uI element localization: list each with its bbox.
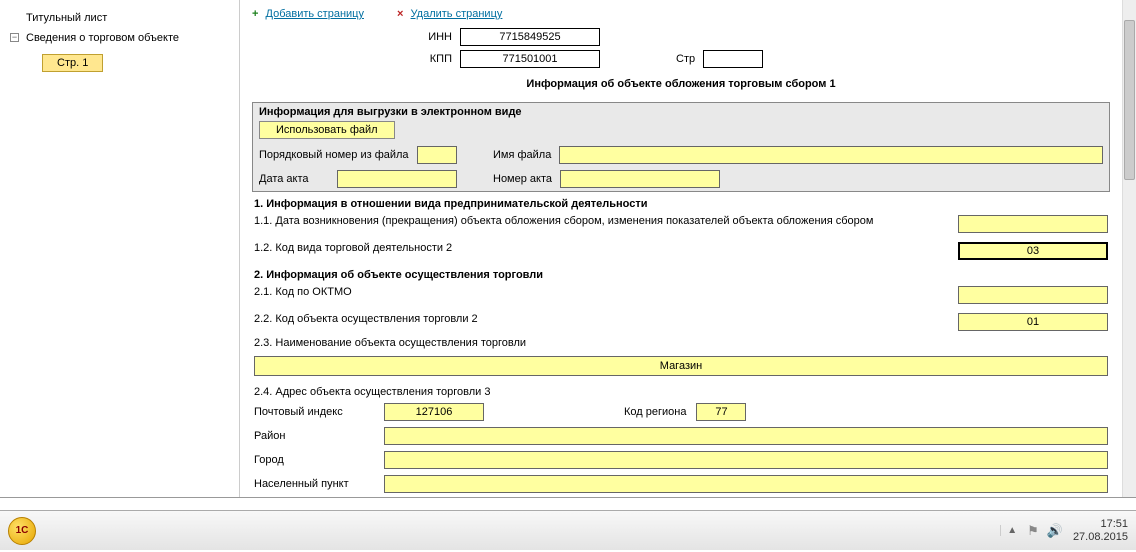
main-panel: + Добавить страницу × Удалить страницу И…: [240, 0, 1136, 497]
row-2-2-field[interactable]: 01: [958, 313, 1108, 331]
nav-page-1[interactable]: Стр. 1: [42, 54, 103, 72]
seq-field[interactable]: [417, 146, 457, 164]
nav-label: Сведения о торговом объекте: [26, 32, 179, 44]
row-2-1-field[interactable]: [958, 286, 1108, 304]
add-page-link[interactable]: + Добавить страницу: [252, 8, 397, 20]
plus-icon: +: [252, 8, 258, 20]
page-actions: + Добавить страницу × Удалить страницу: [252, 6, 1110, 26]
str-field[interactable]: [703, 50, 763, 68]
act-date-label: Дата акта: [259, 173, 329, 185]
postal-field[interactable]: 127106: [384, 403, 484, 421]
tray-expand-icon[interactable]: ▲: [1000, 525, 1017, 536]
kpp-label: КПП: [252, 53, 452, 65]
region-label: Код региона: [624, 406, 686, 418]
city-label: Город: [254, 454, 374, 466]
seq-label: Порядковый номер из файла: [259, 149, 409, 161]
filename-field[interactable]: [559, 146, 1103, 164]
page-title: Информация об объекте обложения торговым…: [252, 70, 1110, 98]
scrollbar-thumb[interactable]: [1124, 20, 1135, 180]
row-1-2-field[interactable]: 03: [958, 242, 1108, 260]
use-file-button[interactable]: Использовать файл: [259, 121, 395, 139]
row-2-1-label: 2.1. Код по ОКТМО: [254, 286, 948, 298]
taskbar: 1С ▲ ⚑ 🔊 17:51 27.08.2015: [0, 510, 1136, 550]
system-tray: ▲ ⚑ 🔊 17:51 27.08.2015: [1000, 518, 1128, 544]
section2-header: 2. Информация об объекте осуществления т…: [252, 263, 1110, 283]
district-field[interactable]: [384, 427, 1108, 445]
district-label: Район: [254, 430, 374, 442]
collapse-icon[interactable]: −: [10, 33, 19, 42]
clock[interactable]: 17:51 27.08.2015: [1073, 518, 1128, 544]
postal-label: Почтовый индекс: [254, 406, 374, 418]
nav-trade-object[interactable]: − Сведения о торговом объекте: [6, 28, 233, 48]
volume-icon[interactable]: 🔊: [1047, 523, 1063, 539]
kpp-field[interactable]: 771501001: [460, 50, 600, 68]
x-icon: ×: [397, 8, 403, 20]
vertical-scrollbar[interactable]: [1122, 0, 1136, 497]
act-num-field[interactable]: [560, 170, 720, 188]
sidebar: Титульный лист − Сведения о торговом объ…: [0, 0, 240, 497]
city-field[interactable]: [384, 451, 1108, 469]
flag-icon[interactable]: ⚑: [1027, 523, 1039, 539]
filename-label: Имя файла: [493, 149, 551, 161]
act-date-field[interactable]: [337, 170, 457, 188]
row-2-3-field[interactable]: Магазин: [254, 356, 1108, 376]
logo-1c-icon[interactable]: 1С: [8, 517, 36, 545]
locality-field[interactable]: [384, 475, 1108, 493]
region-field[interactable]: 77: [696, 403, 746, 421]
nav-label: Титульный лист: [26, 12, 107, 24]
row-2-2-label: 2.2. Код объекта осуществления торговли …: [254, 313, 948, 325]
export-block: Информация для выгрузки в электронном ви…: [252, 102, 1110, 192]
delete-page-link[interactable]: × Удалить страницу: [397, 8, 532, 20]
row-1-2-label: 1.2. Код вида торговой деятельности 2: [254, 242, 948, 254]
export-header: Информация для выгрузки в электронном ви…: [253, 103, 1109, 121]
str-label: Стр: [676, 53, 695, 65]
inn-label: ИНН: [252, 31, 452, 43]
row-2-3-label: 2.3. Наименование объекта осуществления …: [252, 334, 1110, 352]
locality-label: Населенный пункт: [254, 478, 374, 490]
row-2-4-label: 2.4. Адрес объекта осуществления торговл…: [252, 380, 1110, 400]
nav-title-sheet[interactable]: Титульный лист: [6, 8, 233, 28]
clock-date: 27.08.2015: [1073, 531, 1128, 544]
row-1-1-field[interactable]: [958, 215, 1108, 233]
clock-time: 17:51: [1073, 518, 1128, 531]
act-num-label: Номер акта: [493, 173, 552, 185]
row-1-1-label: 1.1. Дата возникновения (прекращения) об…: [254, 215, 948, 227]
inn-field[interactable]: 7715849525: [460, 28, 600, 46]
section1-header: 1. Информация в отношении вида предприни…: [252, 192, 1110, 212]
